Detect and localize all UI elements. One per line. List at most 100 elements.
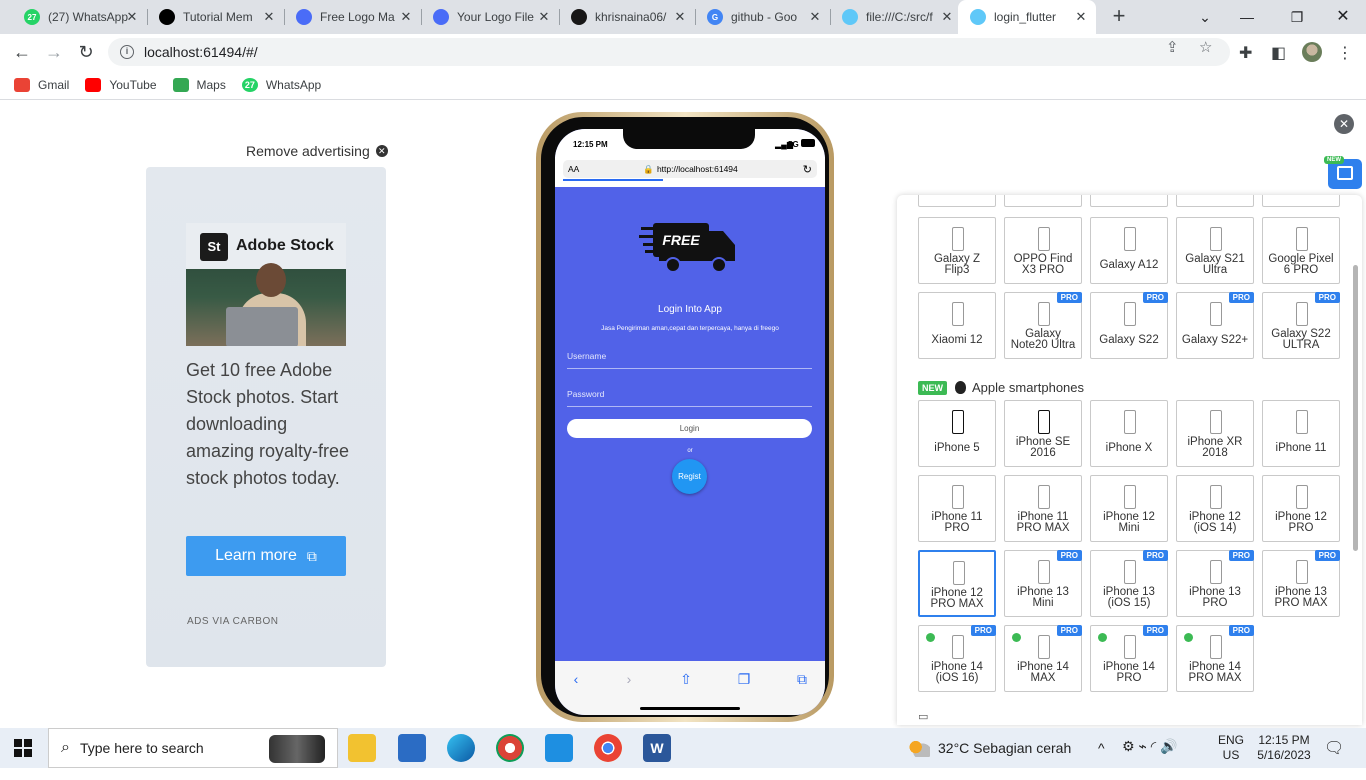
close-window-button[interactable]: ✕ <box>1332 6 1354 28</box>
reload-icon[interactable]: ↻ <box>74 40 98 64</box>
reader-aa-label[interactable]: AA <box>568 164 579 174</box>
chrome-profile-icon[interactable] <box>496 734 524 762</box>
bookmark-gmail[interactable]: Gmail <box>14 77 69 92</box>
tab-1[interactable]: 27 (27) WhatsApp ✕ <box>12 0 147 34</box>
password-field[interactable]: Password <box>567 389 812 407</box>
tray-chevron-icon[interactable]: ^ <box>1098 740 1105 780</box>
device-option[interactable]: iPhone 12 Mini <box>1090 475 1168 542</box>
device-option[interactable]: iPhone 14 (iOS 16) PRO <box>918 625 996 692</box>
device-option[interactable]: iPhone 12 PRO MAX <box>918 550 996 617</box>
device-option[interactable]: Galaxy S22 ULTRA PRO <box>1262 292 1340 359</box>
word-icon[interactable]: W <box>643 734 671 762</box>
tab-close-icon[interactable]: ✕ <box>673 10 687 24</box>
phone-share-icon[interactable]: ⇧ <box>676 669 696 689</box>
tab-close-icon[interactable]: ✕ <box>262 10 276 24</box>
device-option[interactable]: Galaxy S22 PRO <box>1090 292 1168 359</box>
tray-icons[interactable]: ⚙ ⌁ ◜ 🔊 <box>1122 738 1178 778</box>
device-option[interactable]: iPhone 13 PRO MAX PRO <box>1262 550 1340 617</box>
device-option[interactable]: iPhone 11 PRO MAX <box>1004 475 1082 542</box>
extensions-icon[interactable]: ✚ <box>1239 43 1252 63</box>
device-partial[interactable] <box>1090 195 1168 207</box>
device-option[interactable]: Galaxy Note20 Ultra PRO <box>1004 292 1082 359</box>
phone-tabs-icon[interactable]: ⧉ <box>792 669 812 689</box>
panel-scrollbar[interactable] <box>1353 265 1358 551</box>
remove-advertising-link[interactable]: Remove advertising ✕ <box>246 143 388 159</box>
device-partial[interactable] <box>918 195 996 207</box>
back-icon[interactable]: ← <box>10 40 34 64</box>
windows-start-icon[interactable] <box>14 739 32 757</box>
language-indicator[interactable]: ENG US <box>1218 733 1244 773</box>
bookmark-whatsapp[interactable]: 27 WhatsApp <box>241 77 321 92</box>
tab-3[interactable]: Free Logo Ma ✕ <box>284 0 421 34</box>
device-partial[interactable] <box>1262 195 1340 207</box>
bookmark-star-icon[interactable]: ☆ <box>1199 38 1212 56</box>
device-option[interactable]: Google Pixel 6 PRO <box>1262 217 1340 284</box>
phone-forward-icon[interactable]: › <box>619 669 639 689</box>
phone-reload-icon[interactable]: ↻ <box>803 163 812 176</box>
device-option[interactable]: Galaxy Z Flip3 <box>918 217 996 284</box>
device-option[interactable]: Xiaomi 12 <box>918 292 996 359</box>
weather-widget[interactable]: 32°C Sebagian cerah <box>908 728 1071 768</box>
device-option[interactable]: iPhone 14 PRO PRO <box>1090 625 1168 692</box>
device-option[interactable]: Galaxy A12 <box>1090 217 1168 284</box>
minimize-button[interactable]: — <box>1236 6 1258 28</box>
share-icon[interactable]: ⇪ <box>1166 38 1179 56</box>
file-explorer-icon[interactable] <box>348 734 376 762</box>
device-option[interactable]: iPhone SE 2016 <box>1004 400 1082 467</box>
tab-search-icon[interactable]: ⌄ <box>1194 6 1216 28</box>
close-panel-button[interactable]: ✕ <box>1334 114 1354 134</box>
bookmark-youtube[interactable]: YouTube <box>85 77 157 92</box>
tab-close-icon[interactable]: ✕ <box>125 10 139 24</box>
restore-button[interactable]: ❐ <box>1286 6 1308 28</box>
profile-avatar[interactable] <box>1302 42 1322 62</box>
phone-url-field[interactable]: AA 🔒 http://localhost:61494 ↻ <box>563 160 817 178</box>
device-option[interactable]: iPhone 14 PRO MAX PRO <box>1176 625 1254 692</box>
ad-text[interactable]: Get 10 free Adobe Stock photos. Start do… <box>186 357 356 492</box>
clock[interactable]: 12:15 PM 5/16/2023 <box>1254 733 1314 773</box>
device-option[interactable]: iPhone 11 <box>1262 400 1340 467</box>
tab-close-icon[interactable]: ✕ <box>1074 10 1088 24</box>
bookmark-maps[interactable]: Maps <box>172 77 226 92</box>
device-option[interactable]: Galaxy S22+ PRO <box>1176 292 1254 359</box>
device-partial[interactable] <box>1176 195 1254 207</box>
tab-4[interactable]: Your Logo File ✕ <box>421 0 559 34</box>
device-partial[interactable] <box>1004 195 1082 207</box>
learn-more-button[interactable]: Learn more ⧉ <box>186 536 346 576</box>
login-button[interactable]: Login <box>567 419 812 438</box>
device-option[interactable]: iPhone 13 (iOS 15) PRO <box>1090 550 1168 617</box>
device-option[interactable]: iPhone 13 Mini PRO <box>1004 550 1082 617</box>
phone-back-icon[interactable]: ‹ <box>566 669 586 689</box>
vscode-icon[interactable] <box>545 734 573 762</box>
device-option[interactable]: iPhone 13 PRO PRO <box>1176 550 1254 617</box>
side-panel-icon[interactable]: ◧ <box>1271 43 1286 63</box>
username-field[interactable]: Username <box>567 351 812 369</box>
phone-bookmarks-icon[interactable]: ❐ <box>734 669 754 689</box>
tab-close-icon[interactable]: ✕ <box>808 10 822 24</box>
tab-8[interactable]: login_flutter ✕ <box>958 0 1096 34</box>
new-tab-button[interactable]: + <box>1108 5 1130 28</box>
device-option[interactable]: iPhone 5 <box>918 400 996 467</box>
tab-close-icon[interactable]: ✕ <box>537 10 551 24</box>
chrome-icon[interactable] <box>594 734 622 762</box>
device-option[interactable]: iPhone XR 2018 <box>1176 400 1254 467</box>
tab-7[interactable]: file:///C:/src/f ✕ <box>830 0 962 34</box>
device-option[interactable]: OPPO Find X3 PRO <box>1004 217 1082 284</box>
tab-6[interactable]: Ggithub - Goo ✕ <box>695 0 830 34</box>
tab-2[interactable]: Tutorial Mem ✕ <box>147 0 284 34</box>
notification-icon[interactable]: 🗨 <box>1324 738 1344 778</box>
taskbar-search[interactable]: ⌕ Type here to search <box>48 728 338 768</box>
tab-5[interactable]: khrisnaina06/✕ <box>559 0 695 34</box>
menu-icon[interactable]: ⋮ <box>1337 43 1353 63</box>
ad-image[interactable]: St Adobe Stock <box>186 223 346 346</box>
device-option[interactable]: Galaxy S21 Ultra <box>1176 217 1254 284</box>
device-option[interactable]: iPhone 14 MAX PRO <box>1004 625 1082 692</box>
device-option[interactable]: iPhone 12 (iOS 14) <box>1176 475 1254 542</box>
edge-icon[interactable] <box>447 734 475 762</box>
tab-close-icon[interactable]: ✕ <box>940 10 954 24</box>
mail-icon[interactable] <box>398 734 426 762</box>
ads-via-carbon-link[interactable]: ADS VIA CARBON <box>187 616 278 627</box>
device-option[interactable]: iPhone X <box>1090 400 1168 467</box>
regist-button[interactable]: Regist <box>672 459 707 494</box>
device-option[interactable]: iPhone 12 PRO <box>1262 475 1340 542</box>
address-bar[interactable]: i localhost:61494/#/ <box>108 38 1230 66</box>
